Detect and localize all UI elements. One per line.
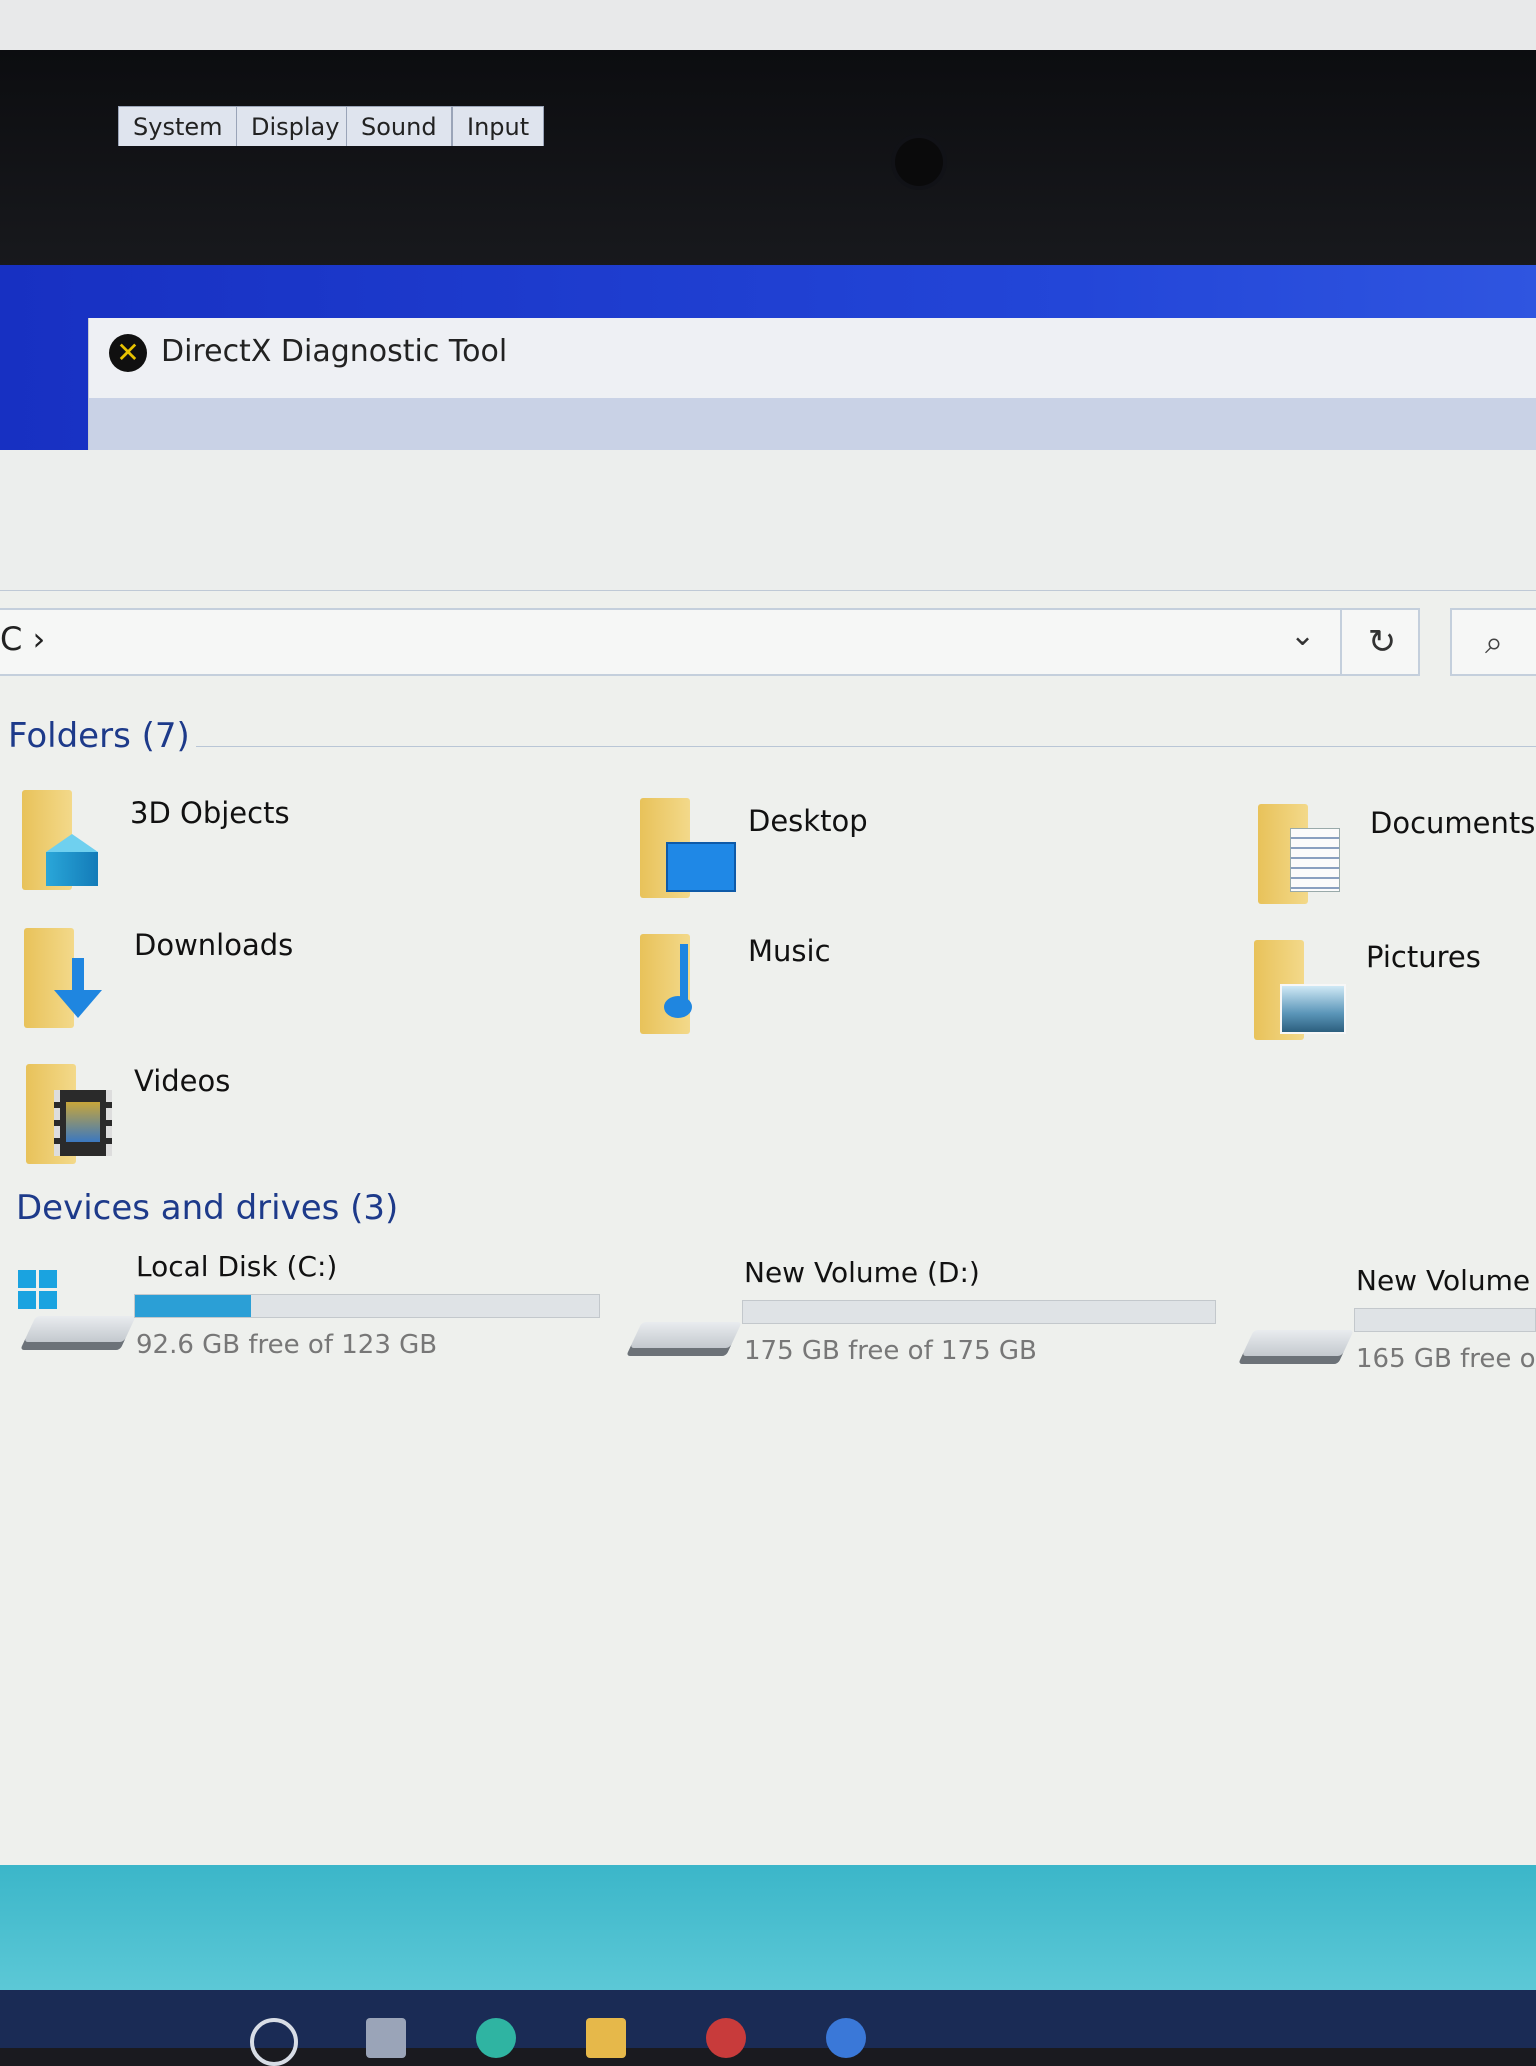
edge-browser-icon[interactable]	[476, 2018, 516, 2058]
folder-label: 3D Objects	[130, 796, 290, 830]
drive-free-space: 92.6 GB free of 123 GB	[136, 1330, 438, 1360]
hard-drive-icon	[20, 1316, 136, 1350]
hard-drive-icon	[1238, 1330, 1354, 1364]
tab-system[interactable]: System	[118, 106, 238, 146]
search-taskbar-icon[interactable]	[250, 2018, 298, 2066]
tab-sound[interactable]: Sound	[346, 106, 452, 146]
explorer-ribbon	[0, 450, 1536, 591]
videos-folder-icon	[26, 1064, 112, 1164]
tab-input[interactable]: Input	[452, 106, 545, 146]
directx-tab-strip	[89, 398, 1536, 458]
taskbar	[0, 1990, 1536, 2048]
drive-usage-fill	[135, 1295, 251, 1317]
tab-display[interactable]: Display	[236, 106, 355, 146]
laptop-bezel	[0, 50, 1536, 270]
directx-window[interactable]: ✕ DirectX Diagnostic Tool	[88, 318, 1536, 458]
refresh-icon[interactable]: ↻	[1340, 610, 1422, 674]
directx-logo-icon: ✕	[109, 334, 147, 372]
drive-name: New Volume (D:)	[744, 1256, 980, 1289]
folder-label: Videos	[134, 1064, 231, 1098]
file-explorer-taskbar-icon[interactable]	[586, 2018, 626, 2058]
drive-name: New Volume (	[1356, 1264, 1536, 1297]
drive-name: Local Disk (C:)	[136, 1250, 338, 1283]
pictures-folder-icon	[1254, 940, 1346, 1040]
3d-objects-icon	[22, 790, 98, 890]
desktop-folder-icon	[640, 798, 736, 898]
address-bar[interactable]: C › ⌄ ↻	[0, 608, 1420, 676]
folders-group-header[interactable]: Folders (7)	[8, 716, 190, 756]
folder-label: Documents	[1370, 806, 1536, 840]
webcam	[895, 138, 943, 186]
documents-folder-icon	[1258, 804, 1340, 904]
search-icon[interactable]: ⌕	[1450, 608, 1536, 676]
downloads-folder-icon	[24, 928, 102, 1028]
group-divider	[196, 746, 1536, 747]
folder-label: Music	[748, 934, 831, 968]
music-folder-icon	[640, 934, 704, 1034]
drives-group-header[interactable]: Devices and drives (3)	[16, 1188, 398, 1228]
folder-label: Downloads	[134, 928, 294, 962]
drive-usage-bar	[134, 1294, 600, 1318]
desktop-wallpaper-strip	[0, 1865, 1536, 1990]
drive-free-space: 175 GB free of 175 GB	[744, 1336, 1037, 1366]
chrome-taskbar-icon[interactable]	[706, 2018, 746, 2058]
windows-logo-icon	[18, 1270, 58, 1310]
directx-window-title: DirectX Diagnostic Tool	[161, 334, 508, 369]
hard-drive-icon	[626, 1322, 742, 1356]
address-path: C ›	[0, 620, 46, 658]
task-view-icon[interactable]	[366, 2018, 406, 2058]
drive-free-space: 165 GB free of	[1356, 1344, 1536, 1374]
drive-usage-bar	[742, 1300, 1216, 1324]
folder-label: Desktop	[748, 804, 868, 838]
file-explorer-window[interactable]: C › ⌄ ↻ ⌕ Folders (7) 3D Objects Desktop…	[0, 450, 1536, 1880]
drive-usage-bar	[1354, 1308, 1536, 1332]
chevron-down-icon[interactable]: ⌄	[1290, 618, 1315, 653]
folder-label: Pictures	[1366, 940, 1481, 974]
app-taskbar-icon[interactable]	[826, 2018, 866, 2058]
